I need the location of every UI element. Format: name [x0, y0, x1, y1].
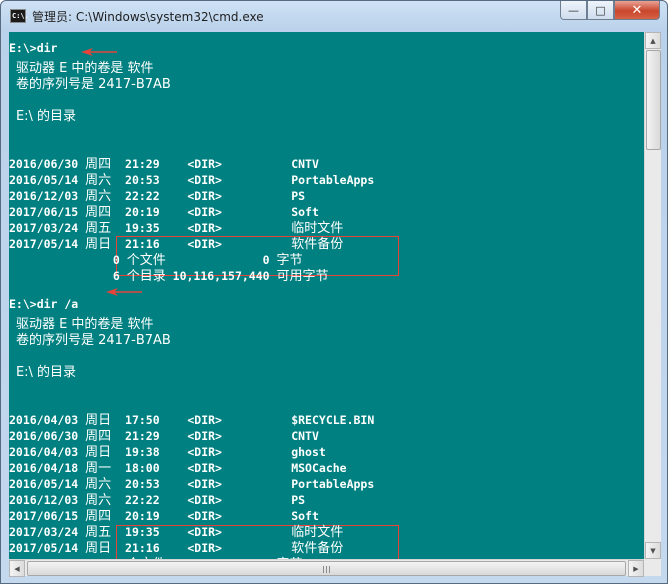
cmd-app-icon[interactable]: C:\.	[10, 9, 29, 23]
console-output[interactable]: E:\>dir 驱动器 E 中的卷是 软件 卷的序列号是 2417-B7AB E…	[9, 32, 644, 559]
console-line: 驱动器 E 中的卷是 软件	[9, 57, 154, 76]
console-line: 2016/06/30 周四 21:29 <DIR> CNTV	[9, 425, 319, 444]
console-line-cjk: E:\ 的目录	[15, 109, 77, 124]
scrollbar-corner	[644, 559, 661, 576]
annotation-arrow-icon	[106, 288, 142, 296]
console-line: 2016/12/03 周六 22:22 <DIR> PS	[9, 489, 305, 508]
scroll-right-icon[interactable]: ▶	[628, 560, 644, 577]
console-line-cjk: 个目录	[126, 269, 166, 284]
console-line-ascii	[9, 365, 16, 379]
console-line: 2016/04/03 周日 17:50 <DIR> $RECYCLE.BIN	[9, 409, 374, 428]
annotation-arrow-icon	[81, 48, 117, 56]
console-line-cjk: E:\ 的目录	[15, 365, 77, 380]
console-line: 2016/05/14 周六 20:53 <DIR> PortableApps	[9, 473, 374, 492]
console-line: 6 个目录 10,116,157,440 可用字节	[9, 265, 329, 284]
console-line-ascii	[9, 333, 16, 347]
maximize-button[interactable]: □	[587, 1, 614, 20]
cmd-window: C:\. 管理员: C:\Windows\system32\cmd.exe — …	[0, 0, 668, 584]
console-line: 2016/04/03 周日 19:38 <DIR> ghost	[9, 441, 326, 460]
console-line: 2017/03/24 周五 19:35 <DIR> 临时文件	[9, 521, 343, 540]
title-bar[interactable]: C:\. 管理员: C:\Windows\system32\cmd.exe — …	[1, 1, 667, 31]
console-line: E:\ 的目录	[9, 361, 77, 380]
console-line-cjk: 卷的序列号是 2417-B7AB	[15, 333, 171, 348]
caption-buttons: — □ ✕	[560, 1, 660, 20]
console-line: 卷的序列号是 2417-B7AB	[9, 73, 171, 92]
vertical-scrollbar[interactable]: ▲ ▼	[644, 32, 661, 559]
vertical-scroll-thumb[interactable]	[646, 50, 661, 150]
console-line-cjk: 卷的序列号是 2417-B7AB	[15, 77, 171, 92]
console-line-rest: 10,116,157,440	[165, 269, 277, 283]
scroll-left-icon[interactable]: ◀	[9, 560, 25, 577]
console-line-ascii	[9, 77, 16, 91]
console-line: 0 个文件 0 字节	[9, 249, 303, 268]
console-line: 2016/05/14 周六 20:53 <DIR> PortableApps	[9, 169, 374, 188]
console-line: 驱动器 E 中的卷是 软件	[9, 313, 154, 332]
console-line: 2017/06/15 周四 20:19 <DIR> Soft	[9, 505, 319, 524]
console-line: 2016/12/03 周六 22:22 <DIR> PS	[9, 185, 305, 204]
window-title: 管理员: C:\Windows\system32\cmd.exe	[32, 10, 264, 24]
console-line: 2017/05/14 周日 21:16 <DIR> 软件备份	[9, 233, 343, 252]
console-line: E:\>dir /a	[9, 297, 78, 313]
console-line-ascii	[9, 109, 16, 123]
console-line: 2017/06/15 周四 20:19 <DIR> Soft	[9, 201, 319, 220]
console-line-tail: 可用字节	[276, 269, 329, 284]
horizontal-scroll-thumb[interactable]	[27, 561, 626, 576]
console-line: 2017/05/14 周日 21:16 <DIR> 软件备份	[9, 537, 343, 556]
console-line: 2016/06/30 周四 21:29 <DIR> CNTV	[9, 153, 319, 172]
scroll-up-icon[interactable]: ▲	[645, 32, 661, 49]
console-line-ascii: 6	[9, 269, 127, 283]
minimize-button[interactable]: —	[560, 1, 587, 20]
close-button[interactable]: ✕	[614, 1, 660, 20]
horizontal-scrollbar[interactable]: ◀ ▶	[9, 559, 644, 577]
console-line-ascii: E:\>dir /a	[9, 297, 79, 311]
scroll-down-icon[interactable]: ▼	[645, 542, 661, 559]
console-line: 卷的序列号是 2417-B7AB	[9, 329, 171, 348]
console-line: 2017/03/24 周五 19:35 <DIR> 临时文件	[9, 217, 343, 236]
console-line: 2016/04/18 周一 18:00 <DIR> MSOCache	[9, 457, 347, 476]
console-line: E:\ 的目录	[9, 105, 77, 124]
console-line: E:\>dir	[9, 41, 57, 57]
console-line-ascii: E:\>dir	[9, 41, 58, 55]
